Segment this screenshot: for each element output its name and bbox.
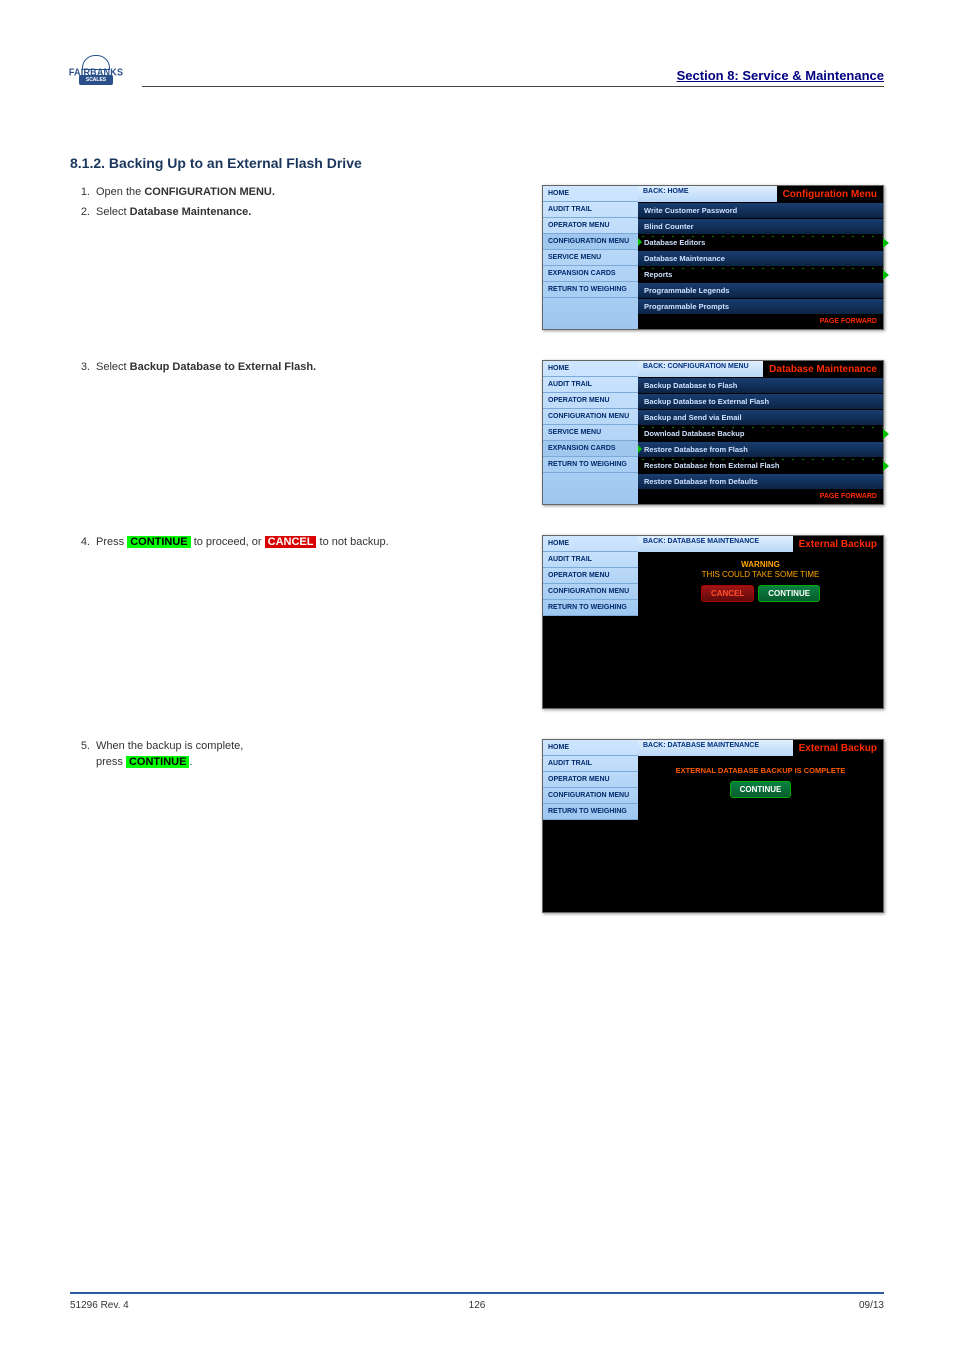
step-2: 2. Select Database Maintenance. [70,205,450,221]
external-backup-warning-screenshot: HOME AUDIT TRAIL OPERATOR MENU CONFIGURA… [542,535,884,709]
menu-database-maintenance[interactable]: Database Maintenance [638,250,883,266]
nav-return-to-weighing[interactable]: RETURN TO WEIGHING [543,282,638,298]
menu-blind-counter[interactable]: Blind Counter [638,218,883,234]
menu-restore-from-flash[interactable]: Restore Database from Flash [638,441,883,457]
page-forward[interactable]: PAGE FORWARD [638,489,883,504]
backup-complete-message: EXTERNAL DATABASE BACKUP IS COMPLETE [638,756,883,775]
menu-download-backup[interactable]: Download Database Backup [638,425,883,441]
step-1: 1. Open the CONFIGURATION MENU. [70,185,450,201]
menu-backup-send-email[interactable]: Backup and Send via Email [638,409,883,425]
continue-highlight: CONTINUE [127,536,190,548]
database-maintenance-screenshot: HOME AUDIT TRAIL OPERATOR MENU CONFIGURA… [542,360,884,505]
step-3: 3. Select Backup Database to External Fl… [70,360,450,376]
menu-programmable-prompts[interactable]: Programmable Prompts [638,298,883,314]
footer-page-number: 126 [341,1300,612,1311]
footer-revision: 51296 Rev. 4 [70,1300,341,1311]
sidebar: HOME AUDIT TRAIL OPERATOR MENU CONFIGURA… [543,186,638,329]
nav-audit-trail[interactable]: AUDIT TRAIL [543,202,638,218]
screen-title: External Backup [793,740,883,756]
page-forward[interactable]: PAGE FORWARD [638,314,883,329]
nav-service-menu[interactable]: SERVICE MENU [543,250,638,266]
screen-title: External Backup [793,536,883,552]
cancel-button[interactable]: CANCEL [701,585,754,602]
menu-restore-from-defaults[interactable]: Restore Database from Defaults [638,473,883,489]
back-button[interactable]: BACK: HOME [638,186,777,202]
continue-highlight: CONTINUE [126,756,189,768]
menu-backup-to-flash[interactable]: Backup Database to Flash [638,377,883,393]
fairbanks-logo: FAIRBANKS SCALES [70,55,122,95]
nav-configuration-menu[interactable]: CONFIGURATION MENU [543,234,638,250]
section-title: Section 8: Service & Maintenance [142,68,884,86]
screen-title: Database Maintenance [763,361,883,377]
menu-reports[interactable]: Reports [638,266,883,282]
menu-backup-to-external-flash[interactable]: Backup Database to External Flash [638,393,883,409]
step-5: 5. When the backup is complete, press CO… [70,739,450,771]
nav-expansion-cards[interactable]: EXPANSION CARDS [543,266,638,282]
warning-subtitle: THIS COULD TAKE SOME TIME [643,570,878,579]
continue-button[interactable]: CONTINUE [758,585,820,602]
footer-date: 09/13 [613,1300,884,1311]
screen-title: Configuration Menu [777,186,883,202]
nav-operator-menu[interactable]: OPERATOR MENU [543,218,638,234]
page-footer: 51296 Rev. 4 126 09/13 [70,1292,884,1311]
configuration-menu-screenshot: HOME AUDIT TRAIL OPERATOR MENU CONFIGURA… [542,185,884,330]
nav-home[interactable]: HOME [543,186,638,202]
menu-write-customer-password[interactable]: Write Customer Password [638,202,883,218]
page-header: FAIRBANKS SCALES Section 8: Service & Ma… [70,0,884,95]
back-button[interactable]: BACK: DATABASE MAINTENANCE [638,536,793,552]
menu-restore-from-external-flash[interactable]: Restore Database from External Flash [638,457,883,473]
back-button[interactable]: BACK: CONFIGURATION MENU [638,361,763,377]
external-backup-complete-screenshot: HOME AUDIT TRAIL OPERATOR MENU CONFIGURA… [542,739,884,913]
menu-programmable-legends[interactable]: Programmable Legends [638,282,883,298]
step-4: 4. Press CONTINUE to proceed, or CANCEL … [70,535,450,551]
subsection-title: 8.1.2. Backing Up to an External Flash D… [70,155,884,171]
warning-title: WARNING [643,560,878,569]
cancel-highlight: CANCEL [265,536,317,548]
continue-button[interactable]: CONTINUE [730,781,792,798]
menu-database-editors[interactable]: Database Editors [638,234,883,250]
back-button[interactable]: BACK: DATABASE MAINTENANCE [638,740,793,756]
